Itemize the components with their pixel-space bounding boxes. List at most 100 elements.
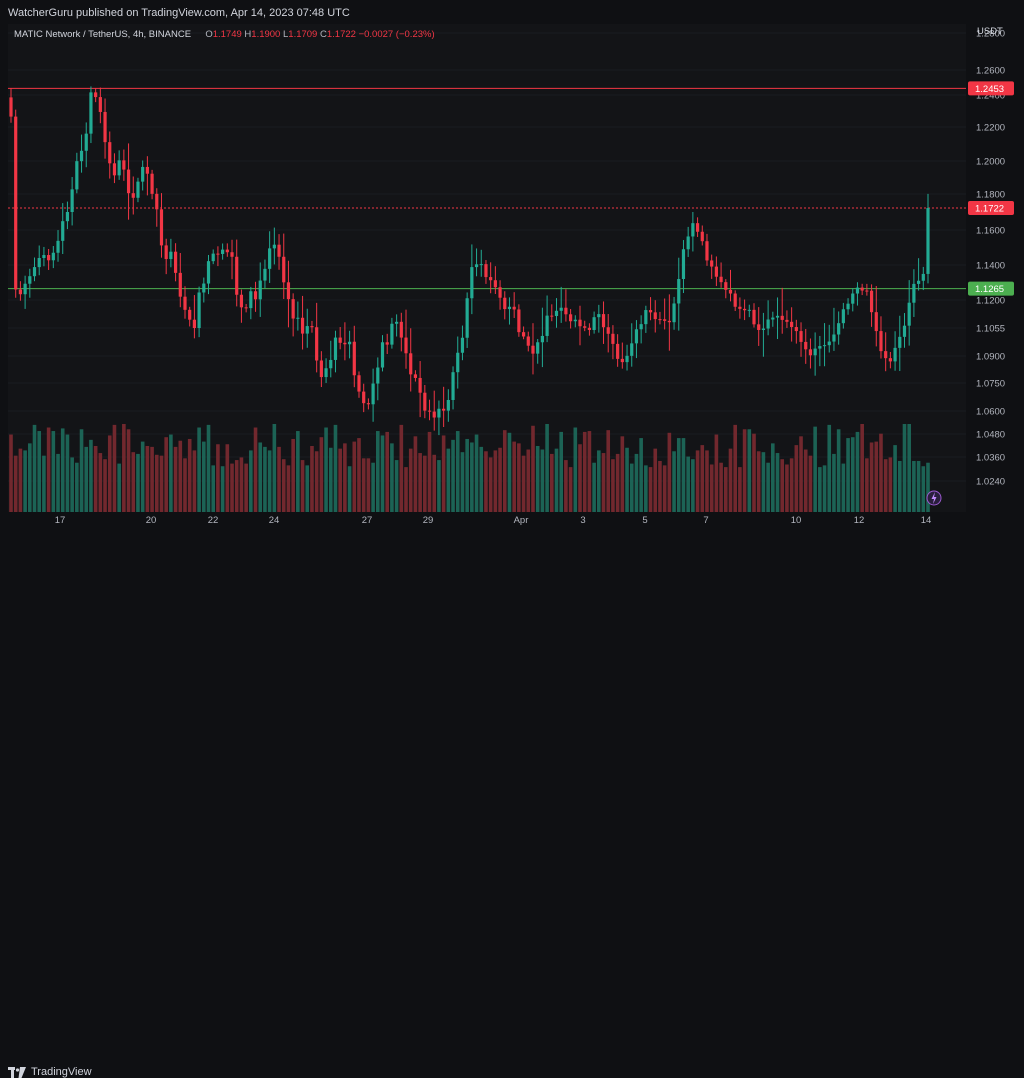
volume-bar: [648, 467, 653, 512]
candle-body: [427, 410, 432, 412]
candle-body: [47, 255, 51, 261]
high-value: 1.1900: [251, 29, 281, 40]
candle-body: [89, 92, 93, 134]
close-label: C: [319, 29, 327, 40]
volume-bar: [220, 466, 225, 512]
candle-body: [296, 317, 300, 319]
price-chart-svg[interactable]: [8, 24, 966, 512]
candle-body: [747, 309, 751, 311]
volume-bar: [249, 450, 253, 512]
candle-body: [790, 321, 794, 328]
volume-bar: [498, 447, 502, 512]
candle-body: [192, 319, 196, 328]
volume-bar: [140, 441, 145, 512]
volume-bar: [756, 451, 761, 512]
volume-bar: [98, 453, 103, 512]
volume-bar: [705, 450, 709, 512]
volume-bar: [822, 465, 827, 512]
volume-bar: [263, 446, 267, 512]
volume-bar: [197, 427, 201, 512]
price-label-text-2: 1.1722: [975, 204, 1004, 215]
volume-bar: [879, 433, 883, 512]
candle-body: [832, 334, 836, 342]
volume-bar: [347, 466, 352, 512]
candle-body: [733, 293, 737, 307]
candle-body: [691, 223, 695, 237]
volume-bar: [9, 434, 13, 512]
volume-bar: [653, 448, 658, 512]
volume-bar: [691, 459, 695, 512]
volume-bar: [159, 455, 164, 512]
candle-body: [719, 276, 723, 283]
candle-body: [84, 133, 88, 151]
candle-body: [51, 252, 55, 261]
volume-bar: [723, 467, 728, 512]
volume-bar: [921, 466, 926, 512]
volume-bar: [733, 424, 737, 512]
candle-body: [164, 245, 168, 260]
candle-body: [324, 368, 328, 378]
published-info: WatcherGuru published on TradingView.com…: [8, 7, 350, 19]
volume-bar: [676, 438, 681, 512]
candle-body: [634, 329, 639, 344]
volume-bar: [912, 460, 916, 512]
candle-body: [277, 244, 281, 257]
footer-bar: TradingView: [0, 528, 1024, 1078]
volume-bar: [502, 430, 507, 512]
tradingview-brand[interactable]: TradingView: [8, 1066, 92, 1078]
volume-bar: [107, 435, 112, 512]
volume-bar: [681, 438, 686, 512]
time-tick-label: 14: [921, 515, 932, 526]
candle-body: [395, 321, 399, 324]
time-tick-label: 5: [642, 515, 647, 526]
candle-body: [61, 221, 65, 241]
volume-bars-layer: [9, 424, 942, 512]
volume-bar: [126, 429, 131, 512]
candle-body: [216, 253, 220, 255]
time-tick-label: 27: [362, 515, 373, 526]
candle-body: [65, 212, 70, 222]
volume-bar: [549, 453, 554, 512]
volume-bar: [869, 442, 874, 512]
volume-bar: [314, 451, 319, 512]
candle-body: [446, 399, 450, 411]
volume-bar: [380, 435, 385, 512]
candle-body: [385, 342, 389, 345]
tradingview-chart-window: WatcherGuru published on TradingView.com…: [0, 0, 1024, 1078]
volume-bar: [587, 431, 592, 512]
candle-body: [869, 290, 874, 313]
candle-body: [423, 392, 427, 411]
volume-bar: [474, 434, 479, 512]
candle-body: [173, 251, 178, 273]
price-tick-label: 1.2000: [976, 157, 1005, 168]
time-axis[interactable]: 17 20 22 24 27 29 Apr 3 5 7 10 12 14: [8, 512, 966, 528]
volume-bar: [324, 427, 328, 512]
candle-body: [630, 343, 634, 356]
candle-body: [122, 160, 126, 170]
candle-body: [126, 169, 131, 194]
time-axis-svg[interactable]: 17 20 22 24 27 29 Apr 3 5 7 10 12 14: [8, 512, 966, 528]
open-value: 1.1749: [212, 29, 242, 40]
price-axis[interactable]: 1.2800 1.2600 1.2400 1.2200 1.2000 1.1800 1.16…: [966, 24, 1024, 512]
candle-body: [827, 341, 831, 346]
price-tick-label: 1.0600: [976, 407, 1005, 418]
candle-body: [714, 266, 718, 277]
candle-body: [145, 166, 149, 174]
price-axis-svg[interactable]: 1.28001.26001.24001.22001.20001.18001.16…: [966, 24, 1024, 512]
volume-bar: [291, 438, 295, 512]
candle-body: [112, 163, 117, 176]
volume-bar: [253, 427, 258, 512]
volume-bar: [244, 463, 248, 512]
candle-body: [456, 352, 460, 373]
price-tick-label: 1.0750: [976, 379, 1005, 390]
volume-bar: [258, 442, 263, 512]
volume-bar: [700, 445, 705, 512]
chart-plot-area[interactable]: [8, 24, 966, 512]
candle-body: [601, 314, 606, 328]
candle-body: [540, 335, 544, 343]
candle-body: [771, 317, 775, 320]
price-tick-label: 1.1800: [976, 190, 1005, 201]
candle-body: [667, 320, 671, 323]
candle-body: [371, 383, 375, 405]
volume-bar: [592, 462, 596, 512]
